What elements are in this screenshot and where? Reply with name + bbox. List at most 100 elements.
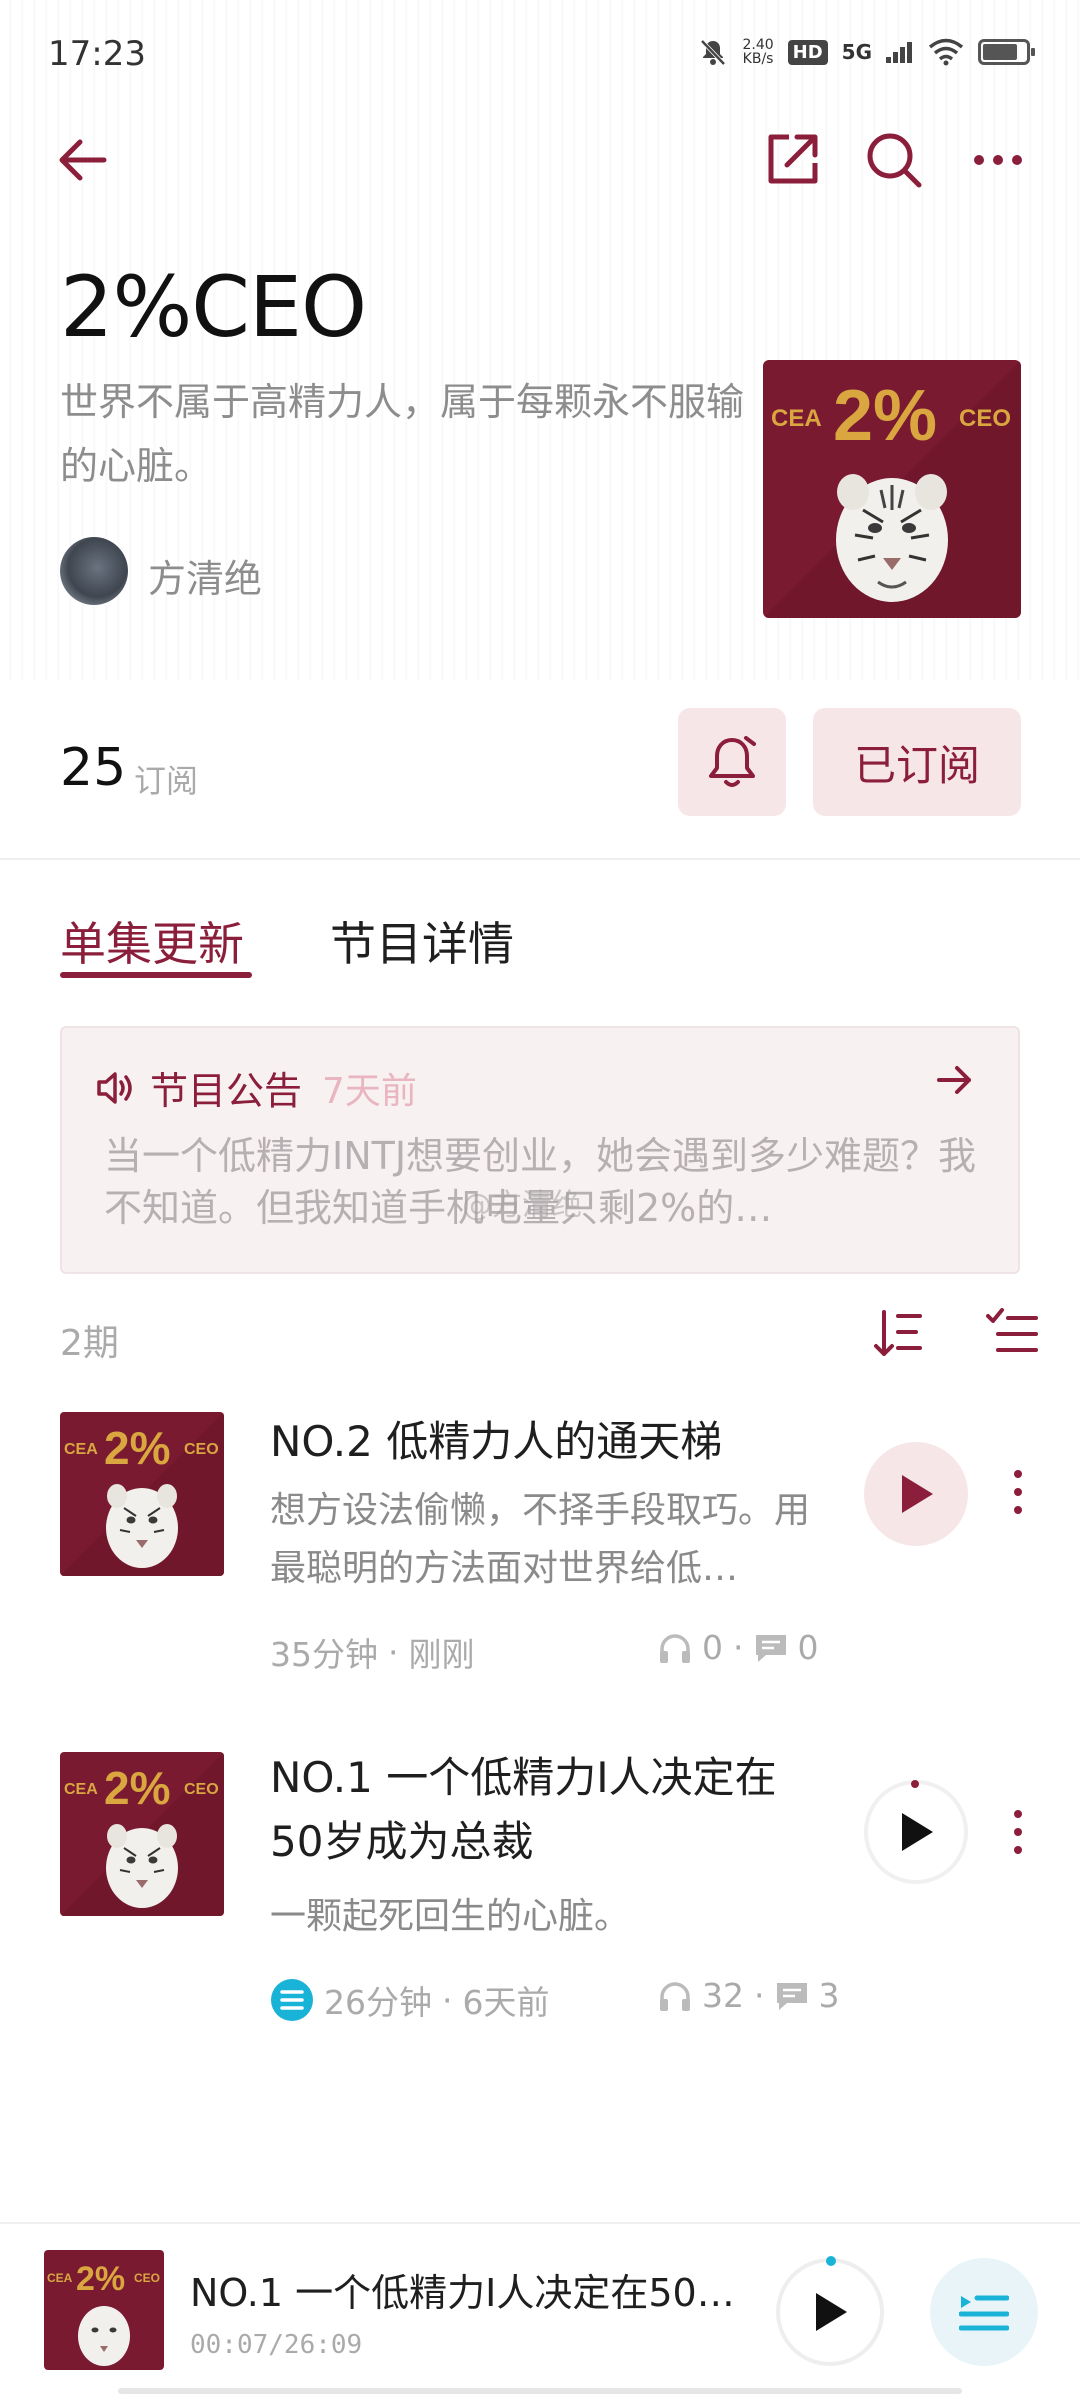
home-indicator bbox=[118, 2388, 962, 2394]
cover-text-left: CEA bbox=[771, 405, 822, 432]
mute-bell-icon bbox=[701, 39, 726, 66]
arrow-right-icon bbox=[937, 1066, 971, 1094]
episode-description: 想方设法偷懒，不择手段取巧。用最聪明的方法面对世界给低… bbox=[270, 1490, 811, 1589]
episode-time: 刚刚 bbox=[408, 1635, 475, 1674]
ep-cover-text-left: CEA bbox=[64, 1441, 98, 1458]
mini-cover-text-right: CEO bbox=[134, 2271, 160, 2285]
transcript-icon bbox=[271, 1979, 313, 2021]
episode-stats: 0 · 0 bbox=[658, 1628, 819, 1667]
episode-title[interactable]: NO.2 低精力人的通天梯 bbox=[270, 1410, 830, 1474]
episode-more-button[interactable] bbox=[1008, 1470, 1028, 1514]
more-horizontal-icon bbox=[974, 155, 1022, 165]
play-icon bbox=[902, 1475, 933, 1513]
mini-play-button[interactable] bbox=[776, 2258, 884, 2366]
playlist-icon bbox=[959, 2295, 1009, 2331]
meta-separator: · bbox=[388, 1632, 399, 1672]
more-button[interactable] bbox=[966, 128, 1030, 192]
author-name[interactable]: 方清绝 bbox=[148, 548, 262, 603]
ep-cover-text-right: CEO bbox=[184, 1781, 219, 1798]
play-icon bbox=[816, 2293, 847, 2331]
episode-meta: 35分钟 · 刚刚 bbox=[270, 1628, 475, 1676]
subscriber-count: 25 bbox=[60, 738, 127, 798]
cover-text-right: CEO bbox=[959, 405, 1011, 432]
wifi-icon bbox=[928, 38, 964, 66]
battery-icon bbox=[978, 39, 1035, 65]
progress-dot bbox=[911, 1780, 919, 1788]
ep-cover-text-right: CEO bbox=[184, 1441, 219, 1458]
episode-more-button[interactable] bbox=[1008, 1810, 1028, 1854]
tiger-icon bbox=[106, 1824, 178, 1908]
checklist-icon bbox=[986, 1308, 1038, 1352]
notice-time: 7天前 bbox=[322, 1070, 417, 1112]
meta-separator: · bbox=[754, 1976, 765, 2015]
status-icons: 2.40 KB/s HD 5G bbox=[698, 32, 1035, 72]
tiger-icon bbox=[106, 1484, 178, 1568]
hd-badge: HD bbox=[787, 39, 828, 65]
notice-header: 节目公告 7天前 bbox=[96, 1060, 417, 1115]
sort-button[interactable] bbox=[872, 1306, 924, 1366]
episode-duration: 35分钟 bbox=[270, 1635, 378, 1674]
episode-play-button[interactable] bbox=[864, 1442, 968, 1546]
network-label: 5G bbox=[841, 40, 872, 64]
subscribed-button[interactable]: 已订阅 bbox=[813, 708, 1021, 816]
play-count: 32 bbox=[702, 1976, 744, 2015]
tab-details[interactable]: 节目详情 bbox=[330, 908, 514, 974]
mini-cover-text-mid: 2% bbox=[76, 2260, 125, 2298]
ep-cover-text-left: CEA bbox=[64, 1781, 98, 1798]
episode-play-button[interactable] bbox=[864, 1780, 968, 1884]
tab-episodes[interactable]: 单集更新 bbox=[60, 908, 244, 974]
ep-cover-text-mid: 2% bbox=[104, 1762, 170, 1814]
notice-title: 节目公告 bbox=[150, 1069, 303, 1113]
episode-meta: 26分钟 · 6天前 bbox=[270, 1976, 550, 2024]
status-time: 17:23 bbox=[48, 34, 146, 74]
episode-title[interactable]: NO.1 一个低精力I人决定在50岁成为总裁 bbox=[270, 1746, 830, 1874]
search-icon bbox=[867, 133, 922, 188]
headphones-icon bbox=[660, 1981, 690, 2011]
meta-separator: · bbox=[442, 1980, 453, 2020]
comment-icon bbox=[776, 1982, 807, 2010]
author-avatar[interactable] bbox=[60, 537, 128, 605]
tiger-icon bbox=[78, 2306, 130, 2366]
episode-stats: 32 · 3 bbox=[658, 1976, 840, 2015]
cover-text-mid: 2% bbox=[833, 376, 937, 456]
playlist-button[interactable] bbox=[930, 2258, 1038, 2366]
mini-cover-text-left: CEA bbox=[47, 2271, 73, 2285]
mini-player-title[interactable]: NO.1 一个低精力I人决定在50… bbox=[190, 2262, 750, 2317]
subscriber-label: 订阅 bbox=[134, 762, 199, 800]
tab-active-indicator bbox=[60, 972, 252, 978]
comment-icon bbox=[755, 1634, 786, 1662]
search-button[interactable] bbox=[862, 128, 926, 192]
comment-count: 0 bbox=[797, 1628, 819, 1667]
signal-icon bbox=[886, 42, 912, 63]
watermark: @方清绝 bbox=[462, 1188, 582, 1223]
sort-icon bbox=[874, 1310, 922, 1356]
notification-button[interactable] bbox=[678, 708, 786, 816]
episode-cover[interactable]: CEA 2% CEO bbox=[60, 1752, 224, 1916]
episode-time: 6天前 bbox=[462, 1983, 550, 2022]
meta-separator: · bbox=[733, 1628, 744, 1667]
comment-count: 3 bbox=[818, 1976, 840, 2015]
episode-count: 2期 bbox=[60, 1323, 119, 1364]
tiger-icon bbox=[836, 474, 948, 602]
share-icon bbox=[768, 134, 818, 184]
share-button[interactable] bbox=[760, 128, 824, 192]
play-count: 0 bbox=[702, 1628, 723, 1667]
multi-select-button[interactable] bbox=[984, 1306, 1040, 1366]
podcast-cover: CEA 2% CEO bbox=[763, 360, 1021, 618]
ep-cover-text-mid: 2% bbox=[104, 1422, 170, 1474]
episode-description: 一颗起死回生的心脏。 bbox=[270, 1896, 631, 1937]
mini-progress-indicator bbox=[826, 2256, 836, 2266]
episode-duration: 26分钟 bbox=[324, 1983, 432, 2022]
mini-player-cover[interactable]: CEA 2% CEO bbox=[44, 2250, 164, 2370]
podcast-description: 世界不属于高精力人，属于每颗永不服输的心脏。 bbox=[60, 380, 745, 488]
net-speed: 2.40 KB/s bbox=[742, 37, 774, 67]
back-button[interactable] bbox=[50, 128, 114, 192]
headphones-icon bbox=[660, 1633, 690, 1663]
play-icon bbox=[902, 1813, 933, 1851]
notice-open-button[interactable] bbox=[935, 1060, 975, 1104]
divider bbox=[0, 858, 1080, 860]
podcast-title: 2%CEO bbox=[60, 258, 367, 356]
speaker-icon bbox=[97, 1071, 132, 1104]
arrow-left-icon bbox=[59, 139, 107, 181]
episode-cover[interactable]: CEA 2% CEO bbox=[60, 1412, 224, 1576]
